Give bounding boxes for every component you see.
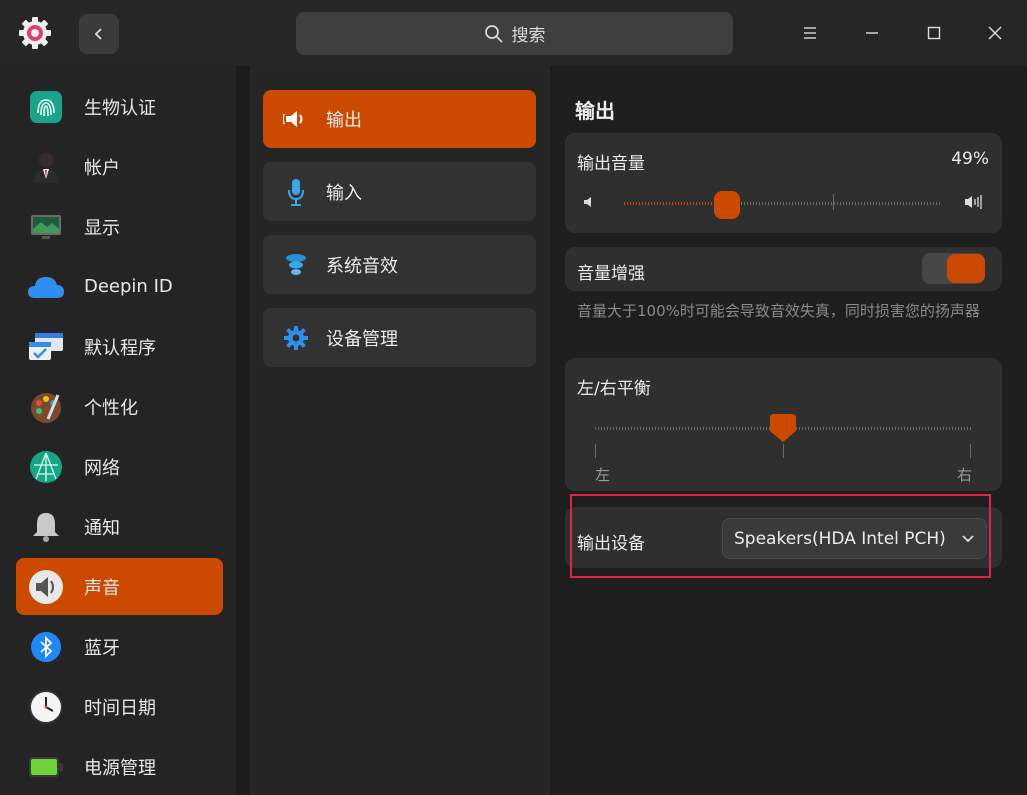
nav-item-accounts[interactable]: 帐户	[16, 138, 223, 195]
balance-right-tick	[970, 444, 971, 458]
minimize-button[interactable]	[855, 16, 889, 50]
balance-center-tick	[783, 444, 784, 458]
output-volume-label: 输出音量	[577, 154, 645, 174]
output-speaker-icon	[281, 104, 311, 134]
sound-subnav-panel: 输出 输入 系统音效 设备管理	[250, 66, 550, 795]
volume-boost-label: 音量增强	[577, 264, 645, 284]
volume-boost-toggle[interactable]	[922, 253, 985, 284]
default-apps-icon	[26, 327, 66, 367]
nav-label: 网络	[84, 457, 120, 479]
display-monitor-icon	[26, 207, 66, 247]
volume-boost-hint: 音量大于100%时可能会导致音效失真，同时损害您的扬声器	[577, 302, 980, 320]
balance-card: 左/右平衡 左 右	[565, 358, 1002, 491]
volume-track-fill	[624, 202, 727, 205]
nav-item-sound[interactable]: 声音	[16, 558, 223, 615]
close-icon	[988, 26, 1002, 40]
output-volume-card: 输出音量 49%	[565, 133, 1002, 233]
balance-right-label: 右	[956, 466, 972, 484]
nav-label: 生物认证	[84, 97, 156, 119]
volume-boost-card: 音量增强	[565, 247, 1002, 291]
nav-item-network[interactable]: 网络	[16, 438, 223, 495]
nav-label: 显示	[84, 217, 120, 239]
battery-icon	[26, 747, 66, 787]
sound-effects-icon	[281, 250, 311, 280]
search-icon	[484, 24, 503, 43]
balance-left-tick	[595, 444, 596, 458]
subnav-item-input[interactable]: 输入	[263, 162, 536, 221]
minimize-icon	[866, 32, 878, 34]
maximize-button[interactable]	[917, 16, 951, 50]
balance-label: 左/右平衡	[577, 379, 651, 399]
close-button[interactable]	[978, 16, 1012, 50]
title-bar: 搜索	[0, 0, 1027, 66]
back-button[interactable]	[79, 14, 119, 54]
nav-item-default-apps[interactable]: 默认程序	[16, 318, 223, 375]
nav-label: 蓝牙	[84, 637, 120, 659]
left-navigation: 生物认证 帐户 显示 Deepin ID 默认程序 个性化 网络 通知 声音 蓝…	[0, 66, 236, 795]
volume-100-marker	[833, 194, 834, 210]
palette-icon	[26, 387, 66, 427]
fingerprint-icon	[26, 87, 66, 127]
nav-label: 默认程序	[84, 337, 156, 359]
search-box[interactable]: 搜索	[296, 12, 733, 55]
balance-slider-handle[interactable]	[770, 414, 796, 444]
subnav-item-device-management[interactable]: 设备管理	[263, 308, 536, 367]
nav-item-display[interactable]: 显示	[16, 198, 223, 255]
nav-item-datetime[interactable]: 时间日期	[16, 678, 223, 735]
cloud-icon	[26, 267, 66, 307]
toggle-knob	[947, 254, 985, 283]
nav-label: 通知	[84, 517, 120, 539]
search-placeholder: 搜索	[511, 26, 546, 46]
subnav-label: 输入	[326, 182, 362, 204]
subnav-label: 设备管理	[326, 328, 398, 350]
nav-label: 帐户	[84, 157, 120, 179]
nav-label: Deepin ID	[84, 276, 173, 297]
chevron-left-icon	[94, 28, 102, 40]
nav-item-deepin-id[interactable]: Deepin ID	[16, 258, 223, 315]
highlight-annotation-box	[570, 494, 991, 578]
nav-item-notifications[interactable]: 通知	[16, 498, 223, 555]
balance-left-label: 左	[595, 466, 611, 484]
nav-label: 个性化	[84, 397, 138, 419]
nav-label: 电源管理	[84, 757, 156, 779]
subnav-item-output[interactable]: 输出	[263, 90, 536, 148]
balance-slider[interactable]	[595, 414, 971, 458]
volume-slider-handle[interactable]	[714, 191, 740, 219]
gear-icon	[281, 323, 311, 353]
clock-icon	[26, 687, 66, 727]
nav-item-bluetooth[interactable]: 蓝牙	[16, 618, 223, 675]
output-volume-value: 49%	[951, 149, 989, 169]
settings-gear-app-icon	[17, 15, 53, 51]
maximize-icon	[927, 26, 941, 40]
nav-label: 声音	[84, 577, 120, 599]
network-globe-icon	[26, 447, 66, 487]
subnav-label: 输出	[326, 110, 362, 131]
nav-item-biometrics[interactable]: 生物认证	[16, 78, 223, 135]
nav-item-power[interactable]: 电源管理	[16, 738, 223, 795]
bluetooth-icon	[26, 627, 66, 667]
bell-icon	[26, 507, 66, 547]
nav-label: 时间日期	[84, 697, 156, 719]
volume-high-icon	[965, 195, 982, 209]
user-account-icon	[26, 147, 66, 187]
subnav-item-system-sound-effects[interactable]: 系统音效	[263, 235, 536, 294]
section-title: 输出	[575, 99, 615, 123]
menu-button[interactable]	[793, 16, 827, 50]
speaker-icon	[26, 567, 66, 607]
nav-item-personalization[interactable]: 个性化	[16, 378, 223, 435]
subnav-label: 系统音效	[326, 255, 398, 277]
volume-low-icon	[584, 197, 591, 207]
menu-icon	[804, 27, 816, 39]
output-volume-slider[interactable]	[624, 191, 940, 219]
microphone-icon	[281, 177, 311, 207]
